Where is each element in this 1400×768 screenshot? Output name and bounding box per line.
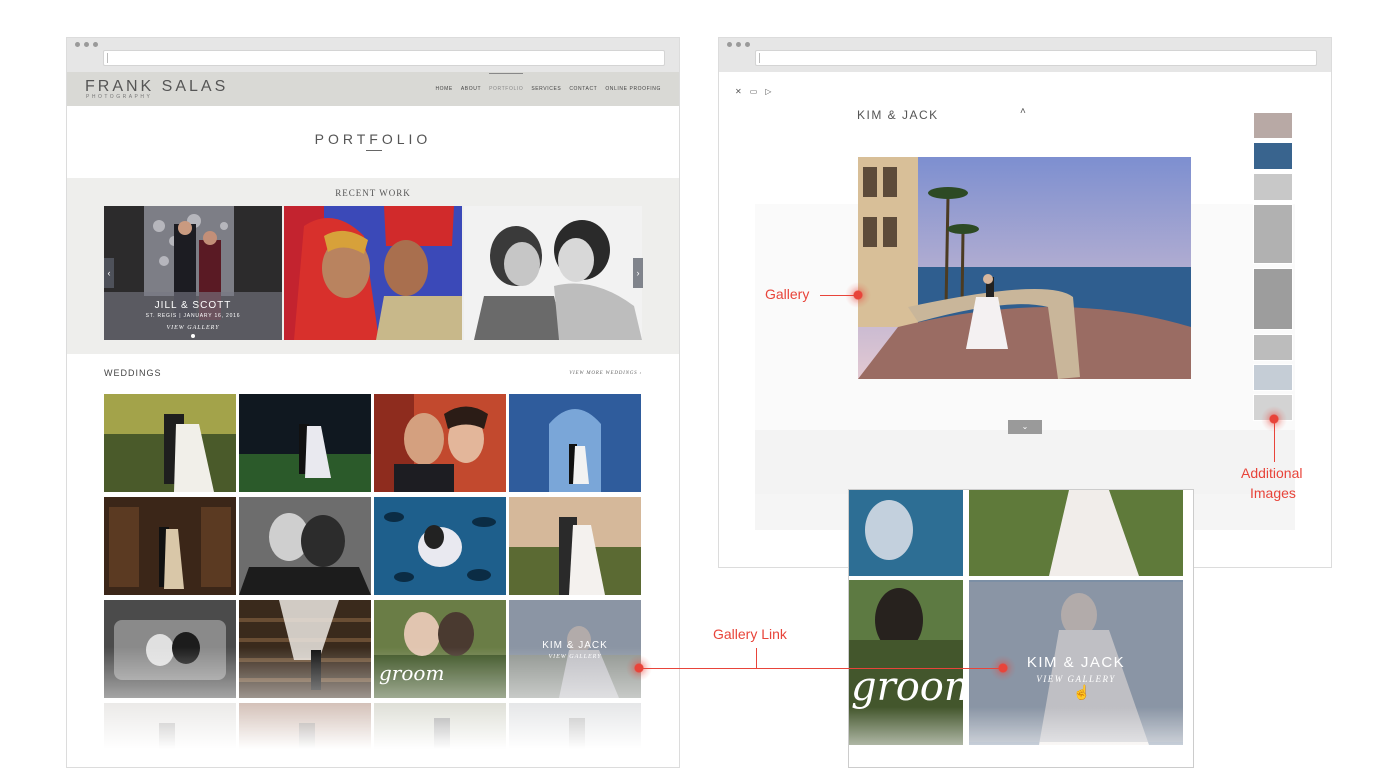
annotation-gallery-link-label: Gallery Link	[713, 626, 787, 642]
photo-indian-couple	[284, 206, 462, 340]
annotation-additional-line	[1274, 420, 1275, 462]
annotation-gallery-label: Gallery	[765, 286, 810, 302]
photo-night-couple	[239, 394, 371, 492]
portfolio-browser-window: FRANK SALAS PHOTOGRAPHY HOME ABOUT PORTF…	[66, 37, 680, 768]
filmstrip-thumb-active[interactable]	[1253, 142, 1293, 170]
window-dots	[75, 42, 98, 47]
photo-faded	[509, 703, 641, 767]
recent-work-heading: RECENT WORK	[335, 188, 411, 198]
photo-bw-couple	[464, 206, 642, 340]
wedding-thumb[interactable]	[104, 600, 236, 698]
carousel-prev-button[interactable]: ‹	[104, 258, 114, 288]
svg-text:groom: groom	[379, 661, 444, 685]
site-logo-subtitle: PHOTOGRAPHY	[86, 94, 153, 100]
wedding-thumb[interactable]	[239, 600, 371, 698]
carousel-slide-jill-scott[interactable]: JILL & SCOTT ST. REGIS | JANUARY 16, 201…	[104, 206, 282, 340]
annotation-gallery-link-line	[640, 668, 1003, 669]
thumb-hover-overlay: KIM & JACK VIEW GALLERY	[509, 600, 641, 698]
nav-services[interactable]: SERVICES	[531, 86, 561, 92]
photo-blue-leaves	[374, 497, 506, 595]
annotation-additional-label: Additional	[1241, 465, 1303, 481]
wedding-thumb[interactable]	[239, 703, 371, 767]
address-bar[interactable]	[755, 50, 1317, 66]
gallery-title: KIM & JACK	[857, 108, 939, 122]
site-header: FRANK SALAS PHOTOGRAPHY HOME ABOUT PORTF…	[67, 72, 679, 106]
wedding-thumb[interactable]	[374, 703, 506, 767]
annotation-gallery-link-hotspot-left	[626, 655, 652, 681]
photo-faded	[104, 703, 236, 767]
nav-online-proofing[interactable]: ONLINE PROOFING	[605, 86, 661, 92]
annotation-gallery-link-hotspot-right	[990, 655, 1016, 681]
svg-text:groom: groom	[851, 664, 982, 710]
annotation-gallery-hotspot	[845, 282, 871, 308]
photo-sunset-couple	[509, 497, 641, 595]
nav-contact[interactable]: CONTACT	[569, 86, 597, 92]
nav-portfolio[interactable]: PORTFOLIO	[489, 73, 524, 92]
browser-chrome	[719, 38, 1331, 72]
filmstrip-thumb[interactable]	[1253, 334, 1293, 361]
nav-about[interactable]: ABOUT	[461, 86, 481, 92]
fullscreen-icon[interactable]: ▭	[750, 87, 758, 96]
filmstrip-thumb[interactable]	[1253, 112, 1293, 139]
nav-home[interactable]: HOME	[435, 86, 452, 92]
view-more-weddings-link[interactable]: VIEW MORE WEDDINGS ›	[569, 371, 642, 376]
gallery-main-image[interactable]	[858, 157, 1191, 379]
featured-view-gallery-link[interactable]: VIEW GALLERY	[104, 325, 282, 331]
chevron-up-icon[interactable]: ˄	[1020, 106, 1026, 117]
wedding-thumb[interactable]	[104, 497, 236, 595]
close-icon[interactable]: ✕	[735, 87, 742, 96]
photo-faded	[239, 703, 371, 767]
filmstrip-thumb[interactable]	[1253, 364, 1293, 391]
filmstrip-thumb[interactable]	[1253, 268, 1293, 330]
photo-wine-cellar	[104, 497, 236, 595]
address-bar[interactable]	[103, 50, 665, 66]
featured-title: JILL & SCOTT	[154, 300, 232, 311]
filmstrip-thumb[interactable]	[1253, 204, 1293, 264]
photo-balcony-ocean	[858, 157, 1191, 379]
recent-work-section: RECENT WORK JILL & SCOTT ST. REGIS | JAN…	[67, 178, 679, 354]
thumb-hover-title: KIM & JACK	[542, 640, 608, 651]
photo-bw-embrace	[239, 497, 371, 595]
lightbox-toolbar: ✕ ▭ ▷	[735, 87, 771, 96]
wedding-thumb[interactable]	[509, 703, 641, 767]
wedding-thumb[interactable]	[509, 497, 641, 595]
annotation-gallery-link-stem	[756, 648, 757, 668]
photo-couple-smile	[374, 394, 506, 492]
wedding-thumb[interactable]	[239, 497, 371, 595]
photo-bw-car	[104, 600, 236, 698]
wedding-thumb[interactable]	[509, 394, 641, 492]
wedding-thumb[interactable]	[374, 394, 506, 492]
wedding-thumb[interactable]	[239, 394, 371, 492]
annotation-additional-label-2: Images	[1250, 485, 1296, 501]
main-nav: HOME ABOUT PORTFOLIO SERVICES CONTACT ON…	[435, 73, 661, 92]
thumb-hover-view-gallery[interactable]: VIEW GALLERY	[509, 654, 641, 660]
zoom-fade	[849, 707, 1193, 767]
filmstrip-thumb[interactable]	[1253, 173, 1293, 201]
photo-garden-couple	[104, 394, 236, 492]
wedding-thumb[interactable]	[104, 703, 236, 767]
page-title: PORTFOLIO	[314, 131, 432, 147]
featured-overlay: JILL & SCOTT ST. REGIS | JANUARY 16, 201…	[104, 292, 282, 340]
chevron-down-icon[interactable]: ⌄	[1008, 420, 1042, 434]
zoomed-grid-detail: groom KIM & JACK VIEW GALLERY ☝	[848, 489, 1194, 768]
play-icon[interactable]: ▷	[765, 87, 771, 96]
wedding-thumb-hover-kim-jack[interactable]: KIM & JACK VIEW GALLERY	[509, 600, 641, 698]
carousel-next-button[interactable]: ›	[633, 258, 643, 288]
carousel-dot-active[interactable]	[191, 334, 195, 338]
featured-subtitle: ST. REGIS | JANUARY 16, 2016	[145, 313, 241, 319]
title-underline	[366, 150, 382, 151]
weddings-heading: WEDDINGS	[104, 368, 162, 378]
window-dots	[727, 42, 750, 47]
browser-chrome	[67, 38, 679, 72]
wedding-thumb[interactable]: groom	[374, 600, 506, 698]
wedding-thumb[interactable]	[374, 497, 506, 595]
carousel-slide-2[interactable]	[284, 206, 462, 340]
photo-blue-hall	[509, 394, 641, 492]
carousel-slide-3[interactable]	[464, 206, 642, 340]
photo-groom-sign: groom	[374, 600, 506, 698]
cursor-hand-icon: ☝	[1073, 684, 1091, 700]
wedding-thumb[interactable]	[104, 394, 236, 492]
photo-stairs-veil	[239, 600, 371, 698]
photo-faded	[374, 703, 506, 767]
